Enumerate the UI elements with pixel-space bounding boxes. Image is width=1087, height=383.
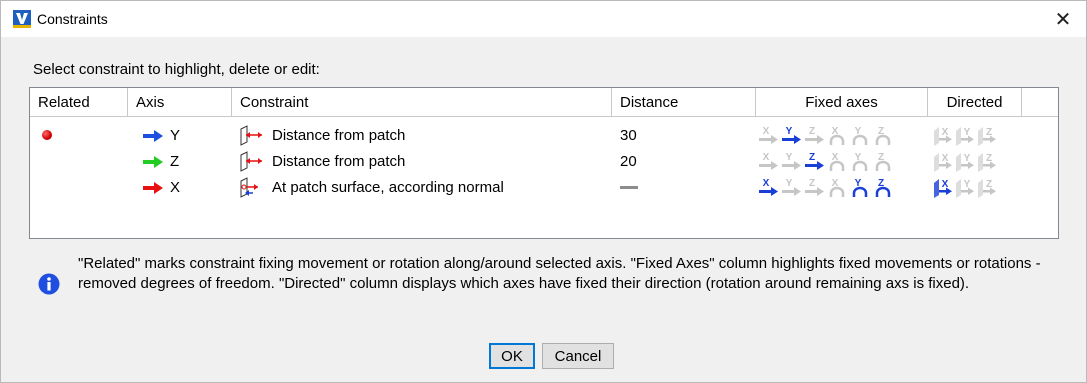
directed-z-icon: Z — [978, 126, 996, 146]
table-row[interactable]: X At patch surface, according normal X Y Z X Y… — [30, 175, 1058, 200]
distance-cell: 30 — [620, 127, 637, 144]
directed-y-icon: Y — [956, 126, 974, 146]
axis-cell: X — [142, 175, 180, 200]
svg-text:Y: Y — [964, 179, 971, 190]
constraint-cell: Distance from patch — [238, 123, 405, 148]
translation-x-icon: X — [759, 126, 778, 144]
fixed-axes-cell: XYZXYZ — [758, 149, 923, 174]
axis-label: Y — [170, 127, 181, 144]
patch-surface-normal-icon — [240, 176, 258, 198]
translation-y-icon: Y — [782, 178, 801, 196]
instruction-label: Select constraint to highlight, delete o… — [33, 61, 320, 78]
column-header-constraint[interactable]: Constraint — [232, 88, 612, 117]
constraint-label: Distance from patch — [272, 153, 406, 170]
translation-z-icon: Z — [805, 126, 824, 144]
window-title: Constraints — [37, 11, 108, 27]
translation-y-icon: Y — [782, 152, 801, 170]
column-header-distance[interactable]: Distance — [612, 88, 756, 117]
axis-label: Z — [170, 153, 180, 170]
column-header-fixed-axes[interactable]: Fixed axes — [756, 88, 928, 117]
ok-button[interactable]: OK — [489, 343, 535, 369]
axis-arrow-icon — [143, 181, 163, 194]
svg-text:Z: Z — [809, 178, 815, 189]
axis-arrow-icon — [143, 155, 163, 168]
rotation-z-icon: Z — [875, 126, 891, 145]
directed-z-icon: Z — [978, 152, 996, 172]
column-header-axis[interactable]: Axis — [128, 88, 232, 117]
title-bar: Constraints ✕ — [1, 1, 1086, 37]
column-header-related[interactable]: Related — [30, 88, 128, 117]
axis-cell: Z — [142, 149, 179, 174]
constraint-cell: Distance from patch — [238, 149, 405, 174]
svg-text:Y: Y — [964, 153, 971, 164]
distance-from-patch-icon — [240, 150, 262, 172]
rotation-y-icon: Y — [852, 126, 868, 145]
distance-cell — [620, 175, 638, 200]
directed-y-icon: Y — [956, 178, 974, 198]
directed-y-icon: Y — [956, 152, 974, 172]
distance-cell: 20 — [620, 153, 637, 170]
translation-x-icon: X — [759, 152, 778, 170]
rotation-y-icon: Y — [852, 152, 868, 171]
distance-from-patch-icon — [240, 124, 262, 146]
fixed-axes-cell: XYZXYZ — [758, 175, 923, 200]
close-button[interactable]: ✕ — [1040, 1, 1086, 37]
svg-text:X: X — [942, 179, 949, 190]
constraint-label: Distance from patch — [272, 127, 406, 144]
svg-text:X: X — [763, 178, 770, 189]
axis-arrow-icon — [143, 129, 163, 142]
translation-z-icon: Z — [805, 178, 824, 196]
translation-z-icon: Z — [805, 152, 824, 170]
directed-x-icon: X — [934, 126, 952, 146]
directed-cell: X YZ — [932, 123, 1012, 148]
no-distance-dash — [620, 185, 638, 189]
translation-y-icon: Y — [782, 126, 801, 144]
fixed-axes-cell: XYZXYZ — [758, 123, 923, 148]
table-row[interactable]: Z Distance from patch 20 X Y Z X Y Z X Y Z — [30, 149, 1058, 174]
constraints-table[interactable]: Related Axis Constraint Distance Fixed a… — [29, 87, 1059, 239]
info-icon — [38, 273, 60, 295]
svg-text:Y: Y — [964, 127, 971, 138]
rotation-z-icon: Z — [875, 152, 891, 171]
svg-text:X: X — [942, 127, 949, 138]
svg-text:X: X — [763, 152, 770, 163]
rotation-x-icon: X — [829, 152, 845, 171]
svg-text:X: X — [763, 126, 770, 137]
vericut-logo-icon — [13, 10, 31, 28]
axis-label: X — [170, 179, 181, 196]
directed-x-icon: X — [934, 178, 952, 198]
column-header-filler — [1022, 88, 1058, 117]
column-header-directed[interactable]: Directed — [928, 88, 1022, 117]
directed-x-icon: X — [934, 152, 952, 172]
svg-text:Z: Z — [809, 152, 815, 163]
svg-text:X: X — [942, 153, 949, 164]
directed-cell: X YZ — [932, 149, 1012, 174]
axis-cell: Y — [142, 123, 180, 148]
constraints-dialog: Constraints ✕ Select constraint to highl… — [0, 0, 1087, 383]
table-row[interactable]: Y Distance from patch 30 X Y Z X Y Z X Y Z — [30, 123, 1058, 148]
translation-x-icon: X — [759, 178, 778, 196]
svg-text:Y: Y — [786, 178, 793, 189]
rotation-z-icon: Z — [875, 178, 891, 197]
rotation-y-icon: Y — [852, 178, 868, 197]
rotation-x-icon: X — [829, 178, 845, 197]
cancel-button[interactable]: Cancel — [542, 343, 614, 369]
svg-text:Y: Y — [786, 152, 793, 163]
directed-cell: X YZ — [932, 175, 1012, 200]
related-marker-icon — [42, 130, 52, 140]
directed-z-icon: Z — [978, 178, 996, 198]
rotation-x-icon: X — [829, 126, 845, 145]
svg-text:Y: Y — [786, 126, 793, 137]
svg-text:Z: Z — [809, 126, 815, 137]
info-message: "Related" marks constraint fixing moveme… — [78, 255, 1041, 292]
table-header: Related Axis Constraint Distance Fixed a… — [30, 88, 1058, 118]
constraint-label: At patch surface, according normal — [272, 179, 504, 196]
constraint-cell: At patch surface, according normal — [238, 175, 504, 200]
